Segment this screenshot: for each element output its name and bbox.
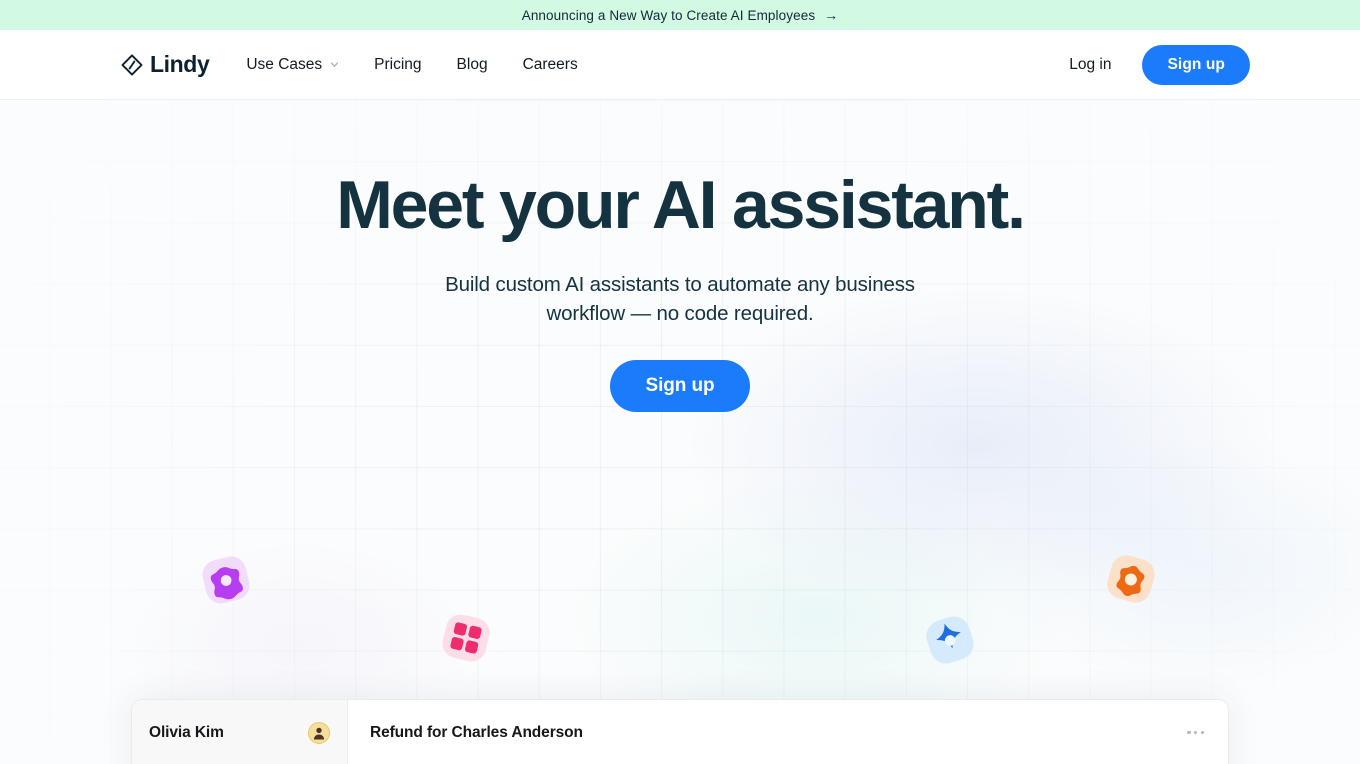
orange-flower-blob — [1102, 550, 1160, 608]
login-link[interactable]: Log in — [1069, 56, 1111, 74]
announcement-bar[interactable]: Announcing a New Way to Create AI Employ… — [0, 0, 1360, 30]
main-navigation: Lindy Use Cases Pricing Blog Careers Log… — [0, 30, 1360, 100]
more-options-icon[interactable] — [1185, 725, 1206, 740]
app-header: Refund for Charles Anderson — [348, 700, 1228, 764]
hero-section: Meet your AI assistant. Build custom AI … — [0, 100, 1360, 764]
hero-subheading: Build custom AI assistants to automate a… — [445, 272, 915, 326]
nav-actions: Log in Sign up — [1069, 44, 1250, 85]
orange-flower-blob-icon — [1107, 555, 1155, 603]
conversation-title: Refund for Charles Anderson — [370, 723, 583, 741]
nav-item-careers[interactable]: Careers — [523, 56, 578, 74]
page-title: Meet your AI assistant. — [336, 167, 1026, 243]
app-preview-card: Olivia Kim LINDIES Marketing T — [131, 699, 1229, 764]
user-avatar-icon — [313, 727, 325, 740]
nav-item-label: Blog — [456, 55, 488, 73]
app-main-panel: Refund for Charles Anderson — [348, 700, 1228, 764]
nav-item-pricing[interactable]: Pricing — [374, 56, 421, 74]
purple-flower-blob-icon — [202, 556, 250, 604]
nav-item-label: Use Cases — [246, 55, 323, 73]
nav-links: Use Cases Pricing Blog Careers — [246, 56, 577, 74]
sidebar-user-name: Olivia Kim — [149, 724, 224, 741]
purple-flower-blob — [196, 550, 256, 610]
pink-squares-blob-icon — [442, 614, 490, 662]
chevron-down-icon — [331, 62, 339, 67]
hero-signup-button[interactable]: Sign up — [609, 360, 751, 413]
lindy-diamond-logo-icon — [121, 54, 143, 75]
app-sidebar: Olivia Kim LINDIES Marketing T — [132, 700, 348, 764]
pink-squares-blob — [438, 610, 494, 666]
blue-star-blob — [922, 612, 978, 668]
nav-item-blog[interactable]: Blog — [457, 56, 488, 74]
brand-logo[interactable]: Lindy — [121, 51, 210, 78]
signup-button[interactable]: Sign up — [1142, 44, 1250, 85]
announcement-text: Announcing a New Way to Create AI Employ… — [521, 7, 816, 23]
nav-item-use-cases[interactable]: Use Cases — [246, 56, 339, 74]
hero-content: Meet your AI assistant. Build custom AI … — [0, 100, 1360, 413]
blue-star-blob-icon — [926, 616, 974, 664]
avatar[interactable] — [308, 722, 330, 744]
announcement-link[interactable]: Announcing a New Way to Create AI Employ… — [522, 8, 839, 23]
brand-name: Lindy — [150, 51, 210, 77]
nav-item-label: Careers — [522, 55, 578, 73]
arrow-right-icon: → — [824, 7, 839, 23]
nav-item-label: Pricing — [374, 55, 422, 73]
sidebar-user-row[interactable]: Olivia Kim — [141, 700, 338, 764]
